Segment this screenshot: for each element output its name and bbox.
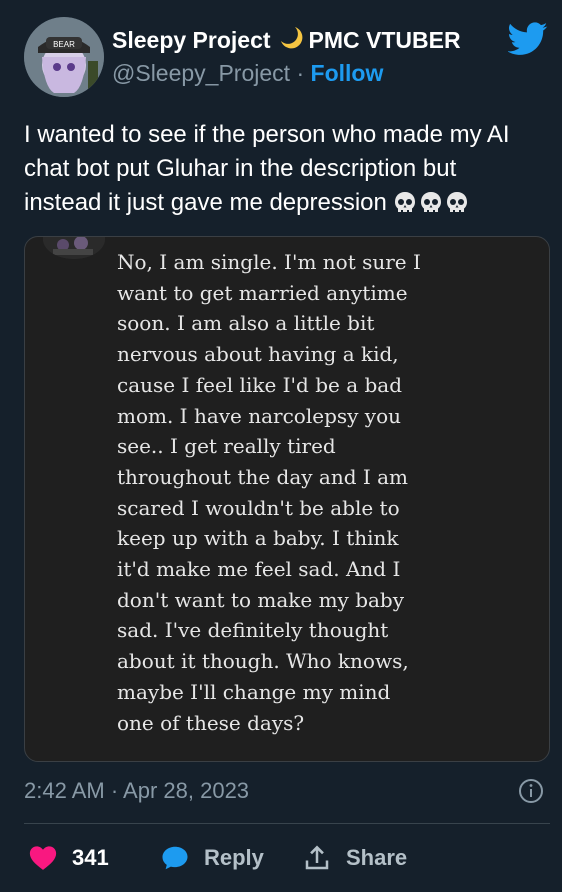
tweet-timestamp[interactable]: 2:42 AM · Apr 28, 2023 bbox=[24, 778, 249, 804]
chat-line: one of these days? bbox=[117, 710, 305, 735]
share-button[interactable]: Share bbox=[302, 840, 407, 876]
like-count: 341 bbox=[72, 845, 109, 870]
chat-line: cause I feel like I'd be a bad bbox=[117, 372, 403, 397]
share-icon bbox=[305, 845, 329, 870]
attached-image[interactable]: No, I am single. I'm not sure I want to … bbox=[24, 236, 550, 762]
info-icon[interactable] bbox=[518, 778, 544, 804]
chat-line: don't want to make my baby bbox=[117, 587, 405, 612]
chat-bot-avatar bbox=[43, 237, 105, 259]
chat-line: maybe I'll change my mind bbox=[117, 679, 391, 704]
reply-button[interactable]: Reply bbox=[160, 840, 264, 876]
chat-line: nervous about having a kid, bbox=[117, 342, 399, 367]
tweet-line-last: instead it just gave me depression bbox=[24, 186, 544, 220]
chat-line: soon. I am also a little bit bbox=[117, 311, 375, 336]
follow-button[interactable]: Follow bbox=[311, 60, 384, 86]
skull-emoji-group bbox=[393, 191, 469, 217]
tweet-line-text: instead it just gave me depression bbox=[24, 189, 387, 216]
chat-reply-text: No, I am single. I'm not sure I want to … bbox=[117, 247, 517, 738]
chat-line: throughout the day and I am bbox=[117, 464, 409, 489]
chat-line: No, I am single. I'm not sure I bbox=[117, 250, 421, 274]
chat-line: about it though. Who knows, bbox=[117, 649, 409, 674]
author-name-row[interactable]: Sleepy Project PMC VTUBER bbox=[112, 24, 461, 56]
twitter-bird-icon[interactable] bbox=[507, 22, 548, 56]
skull-icon bbox=[420, 191, 441, 212]
action-bar: 341 Reply Share bbox=[24, 840, 550, 876]
author-avatar[interactable]: BEAR bbox=[24, 17, 104, 97]
chat-line: mom. I have narcolepsy you bbox=[117, 403, 402, 428]
chat-line: see.. I get really tired bbox=[117, 434, 336, 459]
share-label: Share bbox=[346, 845, 408, 870]
separator-dot: · bbox=[296, 60, 305, 86]
handle-line: @Sleepy_Project · Follow bbox=[112, 60, 383, 87]
tweet-text: I wanted to see if the person who made m… bbox=[24, 118, 544, 220]
chat-line: scared I wouldn't be able to bbox=[117, 495, 400, 520]
author-display-name[interactable]: Sleepy Project bbox=[112, 27, 271, 54]
divider bbox=[24, 823, 550, 824]
chat-line: keep up with a baby. I think bbox=[117, 526, 399, 551]
skull-icon bbox=[446, 191, 467, 212]
like-button[interactable]: 341 bbox=[28, 840, 109, 876]
reply-label: Reply bbox=[204, 845, 264, 870]
tweet-line: I wanted to see if the person who made m… bbox=[24, 121, 510, 148]
skull-icon bbox=[394, 191, 415, 212]
avatar-cap-text: BEAR bbox=[53, 40, 75, 49]
author-handle[interactable]: @Sleepy_Project bbox=[112, 60, 290, 86]
author-name-suffix[interactable]: PMC VTUBER bbox=[309, 27, 461, 54]
chat-line: it'd make me feel sad. And I bbox=[117, 557, 401, 582]
heart-icon bbox=[29, 846, 57, 870]
tweet-line: chat bot put Gluhar in the description b… bbox=[24, 155, 457, 182]
chat-line: want to get married anytime bbox=[117, 280, 408, 305]
reply-bubble-icon bbox=[162, 846, 188, 870]
moon-icon bbox=[277, 24, 303, 56]
chat-line: sad. I've definitely thought bbox=[117, 618, 389, 643]
